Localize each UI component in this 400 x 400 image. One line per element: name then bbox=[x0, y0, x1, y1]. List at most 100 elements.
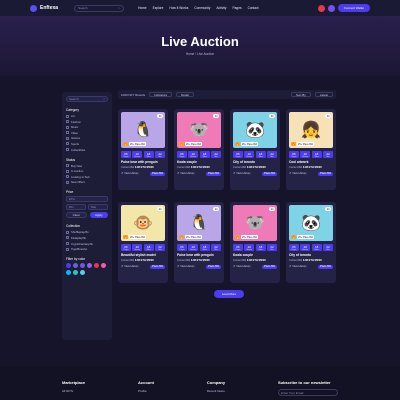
nft-title[interactable]: Pulse bear with penguin bbox=[121, 160, 165, 164]
checkbox[interactable] bbox=[66, 247, 69, 251]
place-bid-button[interactable]: Place Bid bbox=[318, 171, 333, 176]
nav-explore[interactable]: Explore bbox=[153, 6, 164, 10]
color-swatch[interactable] bbox=[80, 263, 85, 269]
view-history-link[interactable]: ↺ View History bbox=[233, 265, 251, 268]
view-history-link[interactable]: ↺ View History bbox=[121, 172, 139, 175]
footer-link[interactable]: Recent News bbox=[207, 389, 225, 393]
nft-title[interactable]: Koala couple bbox=[233, 253, 277, 257]
checkbox[interactable] bbox=[66, 142, 69, 146]
category-option[interactable]: Music bbox=[66, 125, 108, 129]
likes-badge[interactable]: 24 bbox=[157, 207, 163, 211]
nav-home[interactable]: Home bbox=[138, 6, 147, 10]
color-swatch[interactable] bbox=[101, 263, 106, 269]
avatar[interactable] bbox=[327, 4, 335, 12]
sidebar-search-input[interactable]: Search ⌕ bbox=[66, 96, 108, 102]
nft-title[interactable]: City of toronto bbox=[289, 253, 333, 257]
brand-logo[interactable]: Enftexa bbox=[30, 4, 58, 12]
nav-how-it-works[interactable]: How It Works bbox=[169, 6, 188, 10]
place-bid-button[interactable]: Place Bid bbox=[206, 264, 221, 269]
collection-option[interactable]: Shuffleplay/flo bbox=[66, 230, 108, 234]
checkbox[interactable] bbox=[66, 120, 69, 124]
checkbox[interactable] bbox=[66, 164, 69, 168]
nft-card[interactable]: 🐵 24 🔥 25+ Place Bid 05 Days 22 Hours 18 Mins 22 Se… bbox=[118, 202, 168, 283]
newsletter-email-input[interactable]: Enter Your Email bbox=[277, 389, 338, 396]
status-option[interactable]: Looking to Sell bbox=[66, 175, 108, 179]
place-bid-button[interactable]: Place Bid bbox=[150, 264, 165, 269]
load-more-button[interactable]: Load More bbox=[214, 290, 244, 298]
place-bid-button[interactable]: Place Bid bbox=[262, 264, 277, 269]
view-history-link[interactable]: ↺ View History bbox=[233, 172, 251, 175]
nft-card[interactable]: 🐼 24 🔥 25+ Place Bid 05 Days 22 Hours 18 Mins 22 Se… bbox=[286, 202, 336, 283]
nft-title[interactable]: Beautiful stylish model bbox=[121, 253, 165, 257]
collection-option[interactable]: TigerBoss/sp bbox=[66, 247, 108, 251]
collection-option[interactable]: Floatplay/flo bbox=[66, 236, 108, 240]
status-option[interactable]: In Auction bbox=[66, 169, 108, 173]
min-price-input[interactable]: Min bbox=[66, 204, 86, 211]
nft-card[interactable]: 🐨 24 🔥 25+ Place Bid 05 Days 22 Hours 18 Mins 22 Se… bbox=[230, 202, 280, 283]
likes-badge[interactable]: 24 bbox=[213, 114, 219, 118]
checkbox[interactable] bbox=[66, 125, 69, 129]
color-swatch[interactable] bbox=[87, 263, 92, 269]
category-option[interactable]: Video bbox=[66, 131, 108, 135]
nft-thumbnail[interactable]: 🐼 24 🔥 25+ Place Bid bbox=[289, 205, 333, 241]
color-swatch[interactable] bbox=[80, 270, 85, 276]
connect-wallet-button[interactable]: Connect Wallet bbox=[337, 4, 370, 12]
clear-button[interactable]: Clear bbox=[66, 212, 87, 219]
nft-thumbnail[interactable]: 🐨 24 🔥 25+ Place Bid bbox=[233, 205, 277, 241]
max-price-input[interactable]: Max bbox=[88, 204, 108, 211]
checkbox[interactable] bbox=[66, 175, 69, 179]
likes-badge[interactable]: 24 bbox=[325, 114, 331, 118]
nft-title[interactable]: Cool artwork bbox=[289, 160, 333, 164]
color-swatch[interactable] bbox=[66, 270, 71, 276]
filter-chip-1[interactable]: Indicators bbox=[149, 92, 173, 97]
nft-thumbnail[interactable]: 🐧 24 🔥 25+ Place Bid bbox=[177, 205, 221, 241]
checkbox[interactable] bbox=[66, 114, 69, 118]
nav-pages[interactable]: Pages bbox=[233, 6, 242, 10]
apply-button[interactable]: Apply bbox=[89, 212, 108, 219]
status-option[interactable]: Buy Now bbox=[66, 164, 108, 168]
nft-thumbnail[interactable]: 🐨 24 🔥 25+ Place Bid bbox=[177, 112, 221, 148]
collection-option[interactable]: CryptoFantasy/flo bbox=[66, 242, 108, 246]
currency-select[interactable]: ETH bbox=[66, 196, 108, 203]
nft-thumbnail[interactable]: 🐵 24 🔥 25+ Place Bid bbox=[121, 205, 165, 241]
category-option[interactable]: Collectibles bbox=[66, 148, 108, 152]
nft-card[interactable]: 👧 24 🔥 25+ Place Bid 05 Days 22 Hours 18 Mins 22 Se… bbox=[286, 109, 336, 190]
view-history-link[interactable]: ↺ View History bbox=[177, 265, 195, 268]
checkbox[interactable] bbox=[66, 236, 69, 240]
category-option[interactable]: Fashion bbox=[66, 120, 108, 124]
nav-contact[interactable]: Contact bbox=[248, 6, 259, 10]
likes-badge[interactable]: 24 bbox=[269, 114, 275, 118]
place-bid-button[interactable]: Place Bid bbox=[262, 171, 277, 176]
sort-select[interactable]: Latest bbox=[314, 92, 333, 97]
nft-thumbnail[interactable]: 🐧 24 🔥 25+ Place Bid bbox=[121, 112, 165, 148]
checkbox[interactable] bbox=[66, 131, 69, 135]
checkbox[interactable] bbox=[66, 180, 69, 184]
likes-badge[interactable]: 24 bbox=[325, 207, 331, 211]
likes-badge[interactable]: 24 bbox=[157, 114, 163, 118]
nft-card[interactable]: 🐼 24 🔥 25+ Place Bid 05 Days 22 Hours 18 Mins 22 Se… bbox=[230, 109, 280, 190]
breadcrumb[interactable]: Home / Live Auction bbox=[0, 52, 400, 56]
nav-community[interactable]: Community bbox=[194, 6, 210, 10]
nft-card[interactable]: 🐧 24 🔥 25+ Place Bid 05 Days 22 Hours 18 Mins 22 Se… bbox=[118, 109, 168, 190]
nft-title[interactable]: Koala couple bbox=[177, 160, 221, 164]
category-option[interactable]: Games bbox=[66, 136, 108, 140]
color-swatch[interactable] bbox=[94, 263, 99, 269]
category-option[interactable]: Sports bbox=[66, 142, 108, 146]
checkbox[interactable] bbox=[66, 148, 69, 152]
footer-link[interactable]: Profile bbox=[138, 389, 154, 393]
nft-card[interactable]: 🐧 24 🔥 25+ Place Bid 05 Days 22 Hours 18 Mins 22 Se… bbox=[174, 202, 224, 283]
checkbox[interactable] bbox=[66, 136, 69, 140]
place-bid-button[interactable]: Place Bid bbox=[206, 171, 221, 176]
notification-icon[interactable] bbox=[317, 4, 325, 12]
nft-thumbnail[interactable]: 👧 24 🔥 25+ Place Bid bbox=[289, 112, 333, 148]
color-swatch[interactable] bbox=[66, 263, 71, 269]
footer-link[interactable]: All NFTs bbox=[62, 389, 85, 393]
nft-title[interactable]: City of toronto bbox=[233, 160, 277, 164]
nft-title[interactable]: Pulse bear with penguin bbox=[177, 253, 221, 257]
likes-badge[interactable]: 24 bbox=[269, 207, 275, 211]
category-option[interactable]: Art bbox=[66, 114, 108, 118]
nft-card[interactable]: 🐨 24 🔥 25+ Place Bid 05 Days 22 Hours 18 Mins 22 Se… bbox=[174, 109, 224, 190]
status-option[interactable]: New Offers bbox=[66, 180, 108, 184]
filter-chip-2[interactable]: Detail bbox=[176, 92, 194, 97]
view-history-link[interactable]: ↺ View History bbox=[177, 172, 195, 175]
